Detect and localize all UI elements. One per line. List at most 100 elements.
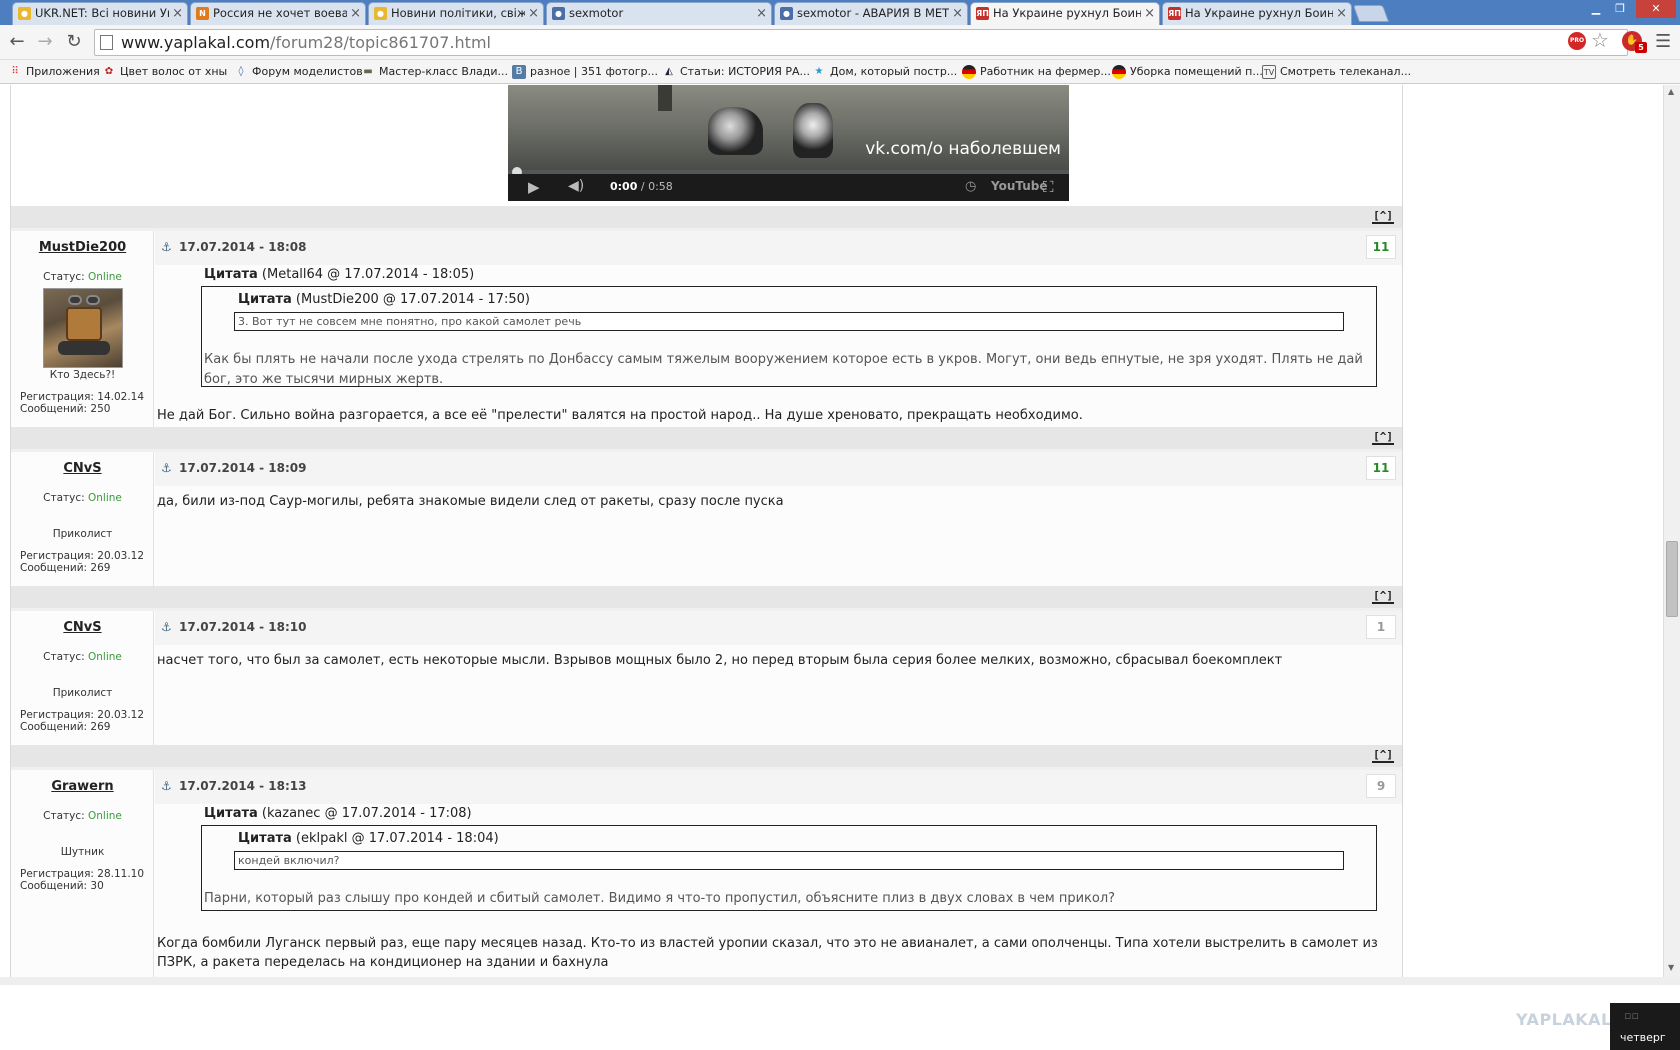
video-scooter (708, 107, 763, 155)
bookmark-henna[interactable]: ✿ Цвет волос от хны (102, 64, 227, 80)
quote-meta: (Metall64 @ 17.07.2014 - 18:05) (257, 267, 475, 282)
address-bar[interactable]: www.yaplakal.com/forum28/topic861707.htm… (94, 29, 1628, 56)
vertical-scrollbar[interactable]: ▲ ▼ (1663, 85, 1680, 977)
tab-novyny[interactable]: ● Новини політики, свіжі полі × (368, 2, 544, 25)
close-icon[interactable]: × (952, 3, 963, 24)
author-status: Статус: Online (11, 651, 154, 663)
ukrnet-icon: ● (374, 7, 387, 20)
back-icon[interactable]: ← (6, 31, 28, 53)
post-rating[interactable]: 11 (1366, 456, 1396, 480)
post-text: Когда бомбили Луганск первый раз, еще па… (157, 936, 1378, 970)
scroll-up-button[interactable]: [^] (1372, 749, 1394, 763)
bookmark-farm[interactable]: Работник на фермер... (962, 64, 1111, 80)
post-separator: [^] (11, 427, 1402, 449)
status-label: Статус: (43, 810, 88, 822)
video-player[interactable]: vk.com/о наболевшем ▶ ◀) 0:00 / 0:58 ◷ Y… (508, 85, 1069, 201)
bookmark-house[interactable]: ★ Дом, который постр... (812, 64, 958, 80)
adblock-count: 5 (1635, 42, 1647, 53)
youtube-logo[interactable]: YouTube (991, 179, 1048, 193)
tab-title: На Украине рухнул Боинг-7 (993, 6, 1141, 20)
scrollbar-thumb[interactable] (1666, 541, 1678, 617)
horizontal-scrollbar[interactable] (0, 977, 1680, 985)
url-text[interactable]: www.yaplakal.com/forum28/topic861707.htm… (121, 32, 491, 53)
close-icon[interactable]: × (1144, 3, 1155, 24)
video-time-current: 0:00 (610, 180, 638, 193)
bookmark-models[interactable]: ◊ Форум моделистов (234, 64, 363, 80)
pro-extension-icon[interactable]: PRO (1568, 32, 1586, 50)
avatar[interactable] (43, 288, 123, 368)
new-tab-button[interactable] (1352, 5, 1390, 22)
close-icon[interactable]: × (350, 3, 361, 24)
post-date: 17.07.2014 - 18:08 (179, 240, 307, 254)
bookmark-apps[interactable]: ⠿ Приложения (8, 64, 99, 80)
bookmark-star-icon[interactable]: ☆ (1591, 28, 1609, 52)
volume-icon[interactable]: ◀) (568, 178, 584, 194)
forward-icon[interactable]: → (34, 31, 56, 53)
bottom-area (0, 985, 1680, 1050)
tab-sexmotor-avaria[interactable]: ● sexmotor - АВАРИЯ В МЕТРС × (774, 2, 968, 25)
scroll-up-button[interactable]: [^] (1372, 431, 1394, 445)
post-rating[interactable]: 11 (1366, 235, 1396, 259)
post-author-column: Grawern Статус: Online Шутник Регистраци… (11, 770, 154, 977)
menu-icon[interactable]: ☰ (1655, 31, 1671, 52)
play-icon[interactable]: ▶ (528, 178, 540, 196)
scroll-down-arrow-icon[interactable]: ▼ (1668, 963, 1674, 972)
quote-text: Парни, который раз слышу про кондей и сб… (204, 891, 1116, 906)
quote-header: Цитата (kazanec @ 17.07.2014 - 17:08) (204, 806, 472, 821)
reload-icon[interactable]: ↻ (63, 31, 85, 53)
author-name[interactable]: Grawern (11, 779, 154, 794)
bookmark-masterclass[interactable]: ▬ Мастер-класс Влади... (361, 64, 508, 80)
author-name[interactable]: CNvS (11, 620, 154, 635)
author-registration: Регистрация: 28.11.10 (20, 868, 145, 880)
bookmarks-bar: ⠿ Приложения ✿ Цвет волос от хны ◊ Форум мо… (0, 60, 1680, 84)
author-registration: Регистрация: 20.03.12 (20, 709, 145, 721)
restore-icon[interactable]: ❐ (1609, 0, 1631, 18)
tab-title: UKR.NET: Всі новини Україн (35, 6, 169, 20)
post-rating[interactable]: 1 (1366, 615, 1396, 639)
tab-russia[interactable]: N Россия не хочет воевать с × (190, 2, 366, 25)
author-rank: Приколист (52, 528, 113, 540)
tab-strip: ● UKR.NET: Всі новини Україн × N Россия … (0, 0, 1680, 25)
scroll-up-button[interactable]: [^] (1372, 210, 1394, 224)
scroll-up-arrow-icon[interactable]: ▲ (1668, 87, 1674, 96)
fullscreen-icon[interactable]: ⛶ (1043, 178, 1054, 196)
tab-sexmotor[interactable]: ● sexmotor × (546, 2, 772, 25)
tab-yaplakal-active[interactable]: ЯП На Украине рухнул Боинг-7 × (970, 2, 1160, 25)
page-icon (100, 35, 113, 50)
anchor-icon[interactable]: ⚓ (161, 779, 172, 793)
star-icon: ★ (814, 66, 824, 77)
tab-title: sexmotor (569, 6, 624, 20)
close-icon[interactable]: × (528, 3, 539, 24)
author-registration: Регистрация: 14.02.14 (20, 391, 145, 403)
bookmark-cleaning[interactable]: Уборка помещений п... (1112, 64, 1263, 80)
close-icon[interactable]: × (1336, 3, 1347, 24)
quote-meta: (kazanec @ 17.07.2014 - 17:08) (257, 806, 472, 821)
post-header: ⚓ 17.07.2014 - 18:10 1 (155, 611, 1402, 645)
bookmark-tv[interactable]: TV Смотреть телеканал... (1262, 64, 1411, 80)
tab-title: На Украине рухнул Боинг-7 (1185, 6, 1333, 20)
tab-ukrnet[interactable]: ● UKR.NET: Всі новини Україн × (12, 2, 188, 25)
status-label: Статус: (43, 651, 88, 663)
close-icon[interactable]: × (172, 3, 183, 24)
anchor-icon[interactable]: ⚓ (161, 620, 172, 634)
window-close-icon[interactable]: ✕ (1636, 0, 1676, 18)
bookmark-history[interactable]: ◭ Статьи: ИСТОРИЯ РА... (662, 64, 810, 80)
author-name[interactable]: CNvS (11, 461, 154, 476)
post-rating[interactable]: 9 (1366, 774, 1396, 798)
anchor-icon[interactable]: ⚓ (161, 461, 172, 475)
adblock-icon[interactable]: ✋ 5 (1622, 31, 1647, 53)
system-tray-clock[interactable]: ▫▫ четверг (1610, 1003, 1680, 1050)
author-name[interactable]: MustDie200 (11, 240, 154, 255)
video-scooter (793, 103, 833, 158)
tab-yaplakal[interactable]: ЯП На Украине рухнул Боинг-7 × (1162, 2, 1352, 25)
close-icon[interactable]: × (756, 3, 767, 24)
author-messages: Сообщений: 269 (20, 562, 111, 574)
anchor-icon[interactable]: ⚓ (161, 240, 172, 254)
browser-toolbar: ← → ↻ www.yaplakal.com/forum28/topic8617… (0, 25, 1680, 60)
bookmark-vk[interactable]: Вразное | 351 фотогр... (512, 64, 658, 80)
author-rank: Приколист (52, 687, 113, 699)
minimize-icon[interactable]: ▁ (1585, 0, 1607, 18)
watch-later-icon[interactable]: ◷ (965, 179, 976, 194)
scroll-up-button[interactable]: [^] (1372, 590, 1394, 604)
bookmark-label: разное | 351 фотогр... (530, 65, 658, 78)
